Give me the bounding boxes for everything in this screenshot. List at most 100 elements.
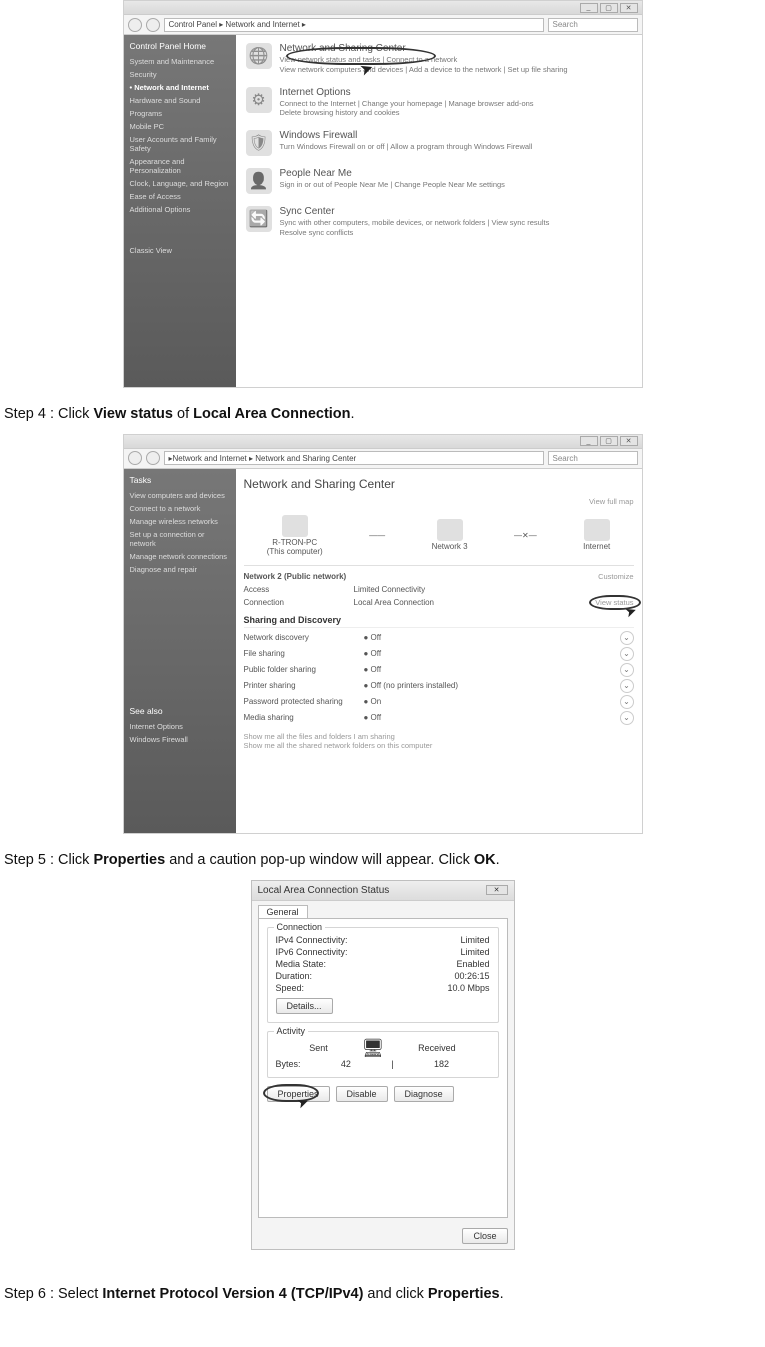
- customize-link[interactable]: Customize: [598, 572, 633, 581]
- search-input[interactable]: Search: [548, 451, 638, 465]
- sidebar-item[interactable]: Network and Internet: [130, 81, 230, 94]
- node-this-pc: R-TRON-PC (This computer): [267, 515, 323, 556]
- breadcrumb-text: Control Panel ▸ Network and Internet ▸: [169, 20, 306, 29]
- tabstrip: General: [252, 901, 514, 918]
- figure-control-panel: _ ▢ ✕ Control Panel ▸ Network and Intern…: [123, 0, 643, 388]
- category-title[interactable]: People Near Me: [280, 168, 505, 179]
- category-subtext[interactable]: Sync with other computers, mobile device…: [280, 218, 550, 238]
- sidebar-item[interactable]: Clock, Language, and Region: [130, 177, 230, 190]
- network-row: Network 2 (Public network) Customize: [244, 570, 634, 583]
- row-media: Media State:Enabled: [276, 958, 490, 970]
- sidebar-item[interactable]: Programs: [130, 107, 230, 120]
- category-row: ⚙ Internet OptionsConnect to the Internet…: [246, 87, 632, 119]
- tasks-sidebar: Tasks View computers and devicesConnect …: [124, 469, 236, 833]
- search-placeholder: Search: [553, 20, 578, 29]
- breadcrumb[interactable]: Control Panel ▸ Network and Internet ▸: [164, 18, 544, 32]
- classic-view-link[interactable]: Classic View: [130, 246, 230, 255]
- address-bar: Control Panel ▸ Network and Internet ▸ S…: [124, 15, 642, 35]
- task-item[interactable]: Manage network connections: [130, 550, 230, 563]
- sharing-row: File sharing● Off⌄: [244, 646, 634, 662]
- network-icon: [437, 519, 463, 541]
- figure-connection-status: Local Area Connection Status ✕ General C…: [251, 880, 515, 1250]
- category-subtext[interactable]: Turn Windows Firewall on or off | Allow …: [280, 142, 533, 152]
- task-item[interactable]: Diagnose and repair: [130, 563, 230, 576]
- main-pane: Network and Sharing Center View full map…: [236, 469, 642, 833]
- window-titlebar: _ ▢ ✕: [124, 435, 642, 449]
- address-bar: ▸ Network and Internet ▸ Network and Sha…: [124, 449, 642, 469]
- step5-text: Step 5 : Click Properties and a caution …: [4, 850, 761, 872]
- task-item[interactable]: Set up a connection or network: [130, 528, 230, 550]
- view-full-map-link[interactable]: View full map: [244, 497, 634, 506]
- expand-chevron-icon[interactable]: ⌄: [620, 695, 634, 709]
- expand-chevron-icon[interactable]: ⌄: [620, 679, 634, 693]
- figure-sharing-center: _ ▢ ✕ ▸ Network and Internet ▸ Network a…: [123, 434, 643, 834]
- sidebar-item[interactable]: Appearance and Personalization: [130, 155, 230, 177]
- footer-link-2[interactable]: Show me all the shared network folders o…: [244, 741, 634, 750]
- sidebar-item[interactable]: Additional Options: [130, 203, 230, 216]
- footer-link-1[interactable]: Show me all the files and folders I am s…: [244, 732, 634, 741]
- sidebar-item[interactable]: Security: [130, 68, 230, 81]
- sidebar-item[interactable]: System and Maintenance: [130, 55, 230, 68]
- globe-icon: [584, 519, 610, 541]
- task-item[interactable]: Manage wireless networks: [130, 515, 230, 528]
- sharing-row: Media sharing● Off⌄: [244, 710, 634, 726]
- page-heading: Network and Sharing Center: [244, 477, 634, 491]
- sidebar-item[interactable]: Hardware and Sound: [130, 94, 230, 107]
- minimize-button[interactable]: _: [580, 3, 598, 13]
- connection-row: Connection Local Area Connection View st…: [244, 596, 634, 609]
- close-button[interactable]: ✕: [620, 436, 638, 446]
- forward-button[interactable]: [146, 451, 160, 465]
- search-input[interactable]: Search: [548, 18, 638, 32]
- category-title[interactable]: Windows Firewall: [280, 130, 533, 141]
- expand-chevron-icon[interactable]: ⌄: [620, 711, 634, 725]
- maximize-button[interactable]: ▢: [600, 3, 618, 13]
- row-speed: Speed:10.0 Mbps: [276, 982, 490, 994]
- task-item[interactable]: Connect to a network: [130, 502, 230, 515]
- node-network: Network 3: [432, 519, 468, 551]
- see-also-item[interactable]: Internet Options: [130, 720, 230, 733]
- access-row: AccessLimited Connectivity: [244, 583, 634, 596]
- see-also-item[interactable]: Windows Firewall: [130, 733, 230, 746]
- category-icon: ⚙: [246, 87, 272, 113]
- tab-general[interactable]: General: [258, 905, 308, 918]
- category-subtext[interactable]: Connect to the Internet | Change your ho…: [280, 99, 534, 119]
- diagnose-button[interactable]: Diagnose: [394, 1086, 454, 1102]
- back-button[interactable]: [128, 18, 142, 32]
- dialog-titlebar: Local Area Connection Status ✕: [252, 881, 514, 901]
- row-ipv6: IPv6 Connectivity:Limited: [276, 946, 490, 958]
- details-button[interactable]: Details...: [276, 998, 333, 1014]
- main-pane: 🌐Network and Sharing CenterView network …: [236, 35, 642, 387]
- node-internet: Internet: [583, 519, 610, 551]
- sidebar-item[interactable]: Mobile PC: [130, 120, 230, 133]
- category-row: 👤People Near MeSign in or out of People …: [246, 168, 632, 194]
- expand-chevron-icon[interactable]: ⌄: [620, 631, 634, 645]
- sharing-row: Password protected sharing● On⌄: [244, 694, 634, 710]
- sidebar-item[interactable]: User Accounts and Family Safety: [130, 133, 230, 155]
- forward-button[interactable]: [146, 18, 160, 32]
- breadcrumb[interactable]: ▸ Network and Internet ▸ Network and Sha…: [164, 451, 544, 465]
- sidebar-header: Control Panel Home: [130, 41, 230, 51]
- category-title[interactable]: Internet Options: [280, 87, 534, 98]
- category-title[interactable]: Sync Center: [280, 206, 550, 217]
- dialog-title: Local Area Connection Status: [258, 885, 390, 896]
- connection-group: Connection IPv4 Connectivity:Limited IPv…: [267, 927, 499, 1023]
- close-button[interactable]: ✕: [620, 3, 638, 13]
- category-subtext[interactable]: Sign in or out of People Near Me | Chang…: [280, 180, 505, 190]
- expand-chevron-icon[interactable]: ⌄: [620, 647, 634, 661]
- task-item[interactable]: View computers and devices: [130, 489, 230, 502]
- pc-icon: [282, 515, 308, 537]
- disable-button[interactable]: Disable: [336, 1086, 388, 1102]
- minimize-button[interactable]: _: [580, 436, 598, 446]
- sharing-row: Printer sharing● Off (no printers instal…: [244, 678, 634, 694]
- back-button[interactable]: [128, 451, 142, 465]
- maximize-button[interactable]: ▢: [600, 436, 618, 446]
- close-button[interactable]: Close: [462, 1228, 507, 1244]
- dialog-body: Connection IPv4 Connectivity:Limited IPv…: [258, 918, 508, 1218]
- step6-text: Step 6 : Select Internet Protocol Versio…: [4, 1284, 761, 1306]
- expand-chevron-icon[interactable]: ⌄: [620, 663, 634, 677]
- sharing-header: Sharing and Discovery: [244, 615, 634, 628]
- sidebar-item[interactable]: Ease of Access: [130, 190, 230, 203]
- sharing-row: Network discovery● Off⌄: [244, 630, 634, 646]
- close-icon[interactable]: ✕: [486, 885, 508, 895]
- category-icon: 🛡: [246, 130, 272, 156]
